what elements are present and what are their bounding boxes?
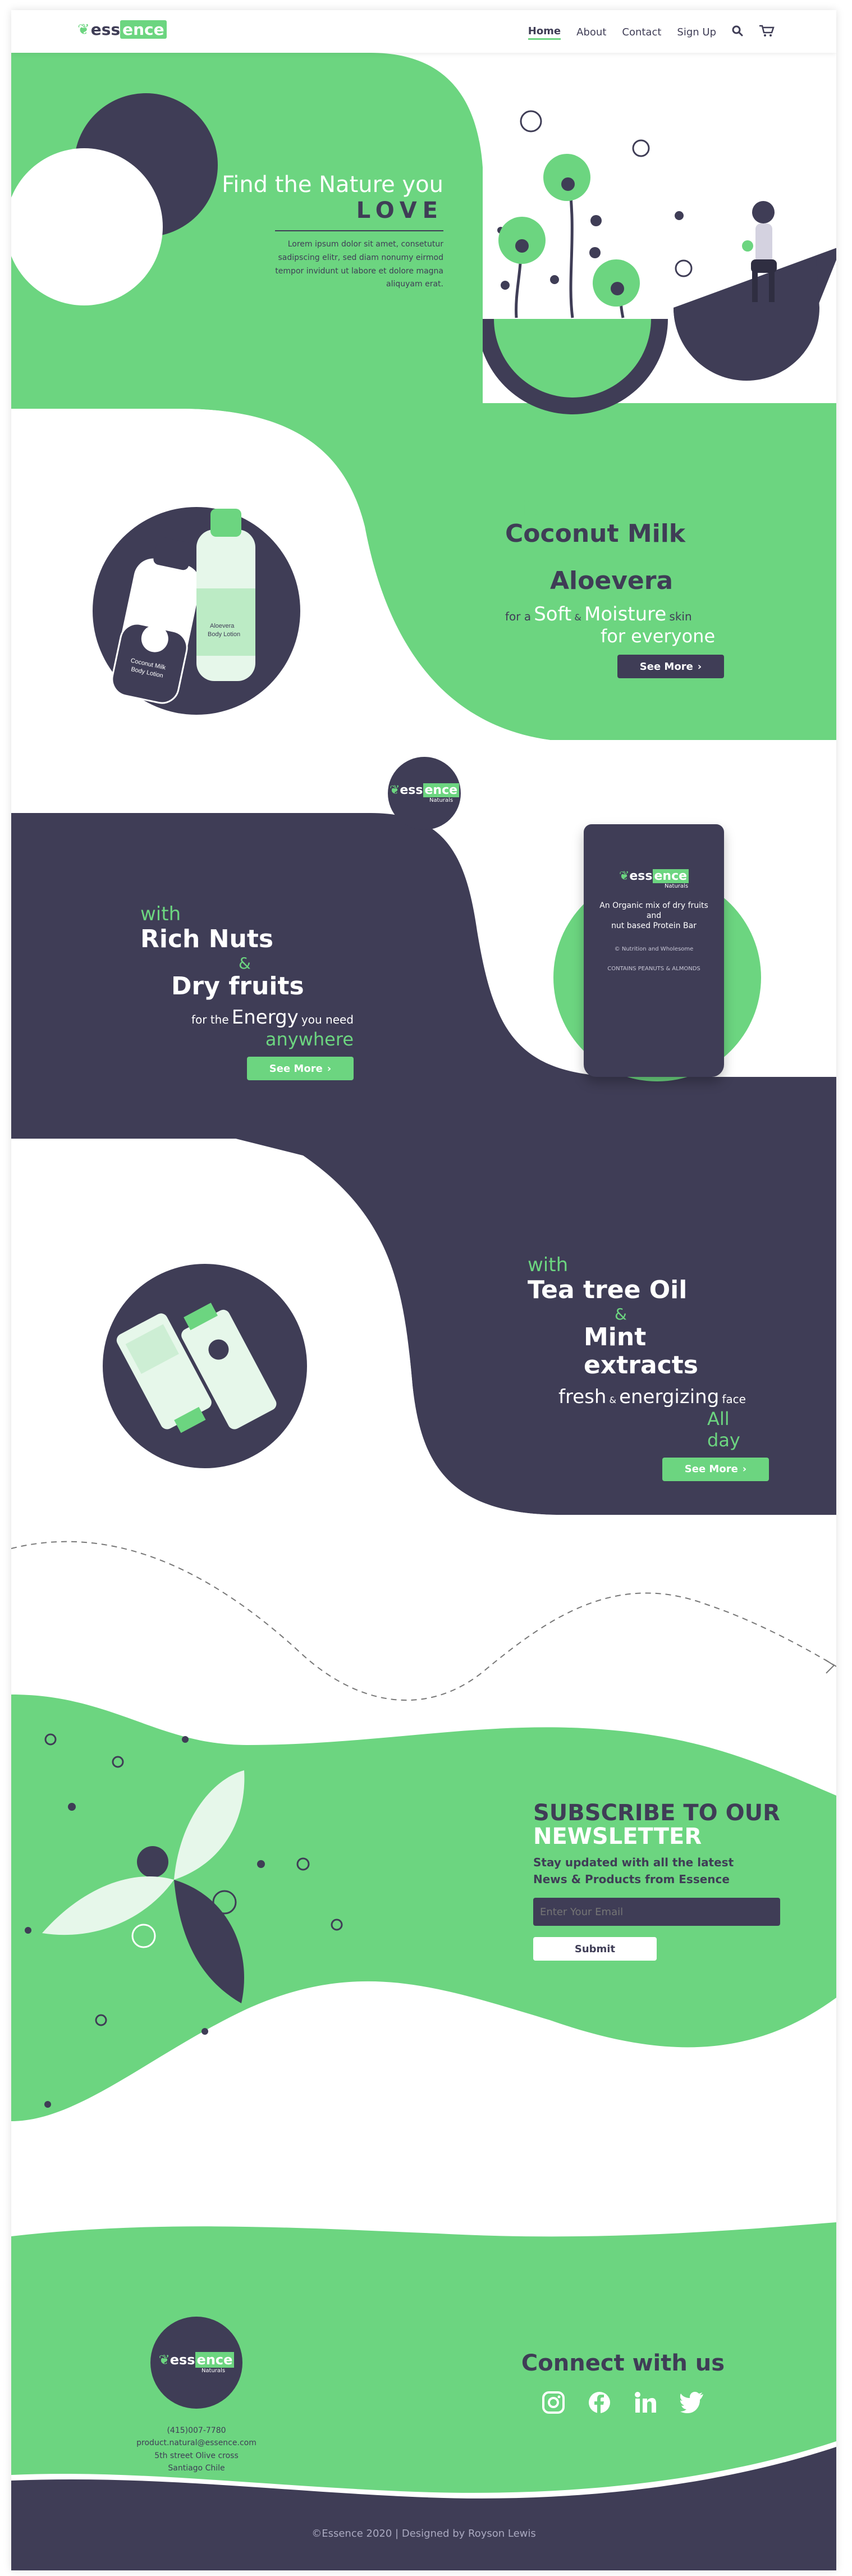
leaf-icon: ❦	[77, 21, 90, 38]
newsletter-subtitle: Stay updated with all the latest News & …	[533, 1856, 734, 1886]
coconut-title-1: Coconut Milk	[505, 519, 686, 548]
hero-love: LOVE	[356, 198, 443, 223]
pouch-description: An Organic mix of dry fruits and nut bas…	[599, 901, 708, 931]
nuts-title-2: Dry fruits	[171, 971, 304, 1001]
coconut-title-2: Aloevera	[550, 566, 674, 595]
nav-link-signup[interactable]: Sign Up	[677, 26, 716, 38]
footer-contact: (415)007-7780 product.natural@essence.co…	[107, 2424, 286, 2475]
linkedin-icon[interactable]	[634, 2391, 657, 2417]
nav-link-contact[interactable]: Contact	[622, 26, 661, 38]
coconut-amp: &	[578, 548, 590, 567]
tea-title-1: Tea tree Oil	[528, 1276, 688, 1304]
hero-divider	[275, 230, 443, 231]
connect-heading: Connect with us	[521, 2350, 725, 2376]
nuts-title-1: Rich Nuts	[140, 925, 274, 953]
newsletter-heading-2: NEWSLETTER	[533, 1824, 702, 1849]
nuts-tail: anywhere	[265, 1029, 354, 1051]
chevron-right-icon: ›	[742, 1463, 747, 1476]
footer-city: Santiago Chile	[168, 2464, 225, 2473]
hero-text: Find the Nature you LOVE Lorem ipsum dol…	[191, 172, 443, 291]
coconut-see-more-button[interactable]: See More ›	[617, 655, 724, 679]
hero-illustration	[483, 110, 836, 414]
newsletter-form: SUBSCRIBE TO OUR NEWSLETTER Stay updated…	[533, 1801, 791, 1961]
coconut-tagline: for a Soft & Moisture skin	[505, 603, 692, 626]
tea-title-2: Mint extracts	[584, 1322, 698, 1380]
tea-see-more-button[interactable]: See More ›	[662, 1457, 769, 1481]
cart-icon[interactable]	[759, 25, 775, 40]
chevron-right-icon: ›	[327, 1062, 332, 1075]
bottle-back-label2: Body Lotion	[208, 631, 240, 638]
coconut-product-image: Coconut Milk Body Lotion Aloevera Body L…	[93, 507, 300, 715]
product-tea-text: with Tea tree Oil & Mint extracts fresh …	[528, 1254, 769, 1481]
footer-logo: ❦ess ence Naturals	[150, 2317, 242, 2409]
nuts-see-more-button[interactable]: See More ›	[247, 1057, 354, 1081]
submit-button[interactable]: Submit	[533, 1937, 657, 1961]
tea-with: with	[528, 1254, 569, 1276]
facebook-icon[interactable]	[588, 2391, 611, 2417]
nuts-with: with	[140, 903, 181, 925]
chevron-right-icon: ›	[697, 660, 702, 673]
product-coconut-text: with Coconut Milk & Aloevera for a Soft …	[505, 497, 741, 679]
tea-amp: &	[615, 1304, 627, 1323]
nav-link-home[interactable]: Home	[528, 25, 561, 40]
coconut-tail: for everyone	[601, 625, 716, 647]
twitter-icon[interactable]	[680, 2391, 704, 2417]
pouch-logo: ❦ess ence	[584, 869, 724, 883]
footer-phone[interactable]: (415)007-7780	[107, 2424, 286, 2437]
product-nuts-text: with Rich Nuts & Dry fruits for the Ener…	[140, 903, 354, 1081]
newsletter-illustration	[25, 1733, 343, 2108]
badge-logo: ❦ess ence	[390, 783, 460, 797]
nav-link-about[interactable]: About	[576, 26, 606, 38]
hero-body: Lorem ipsum dolor sit amet, consetutur s…	[275, 240, 443, 289]
page: ❦ ess ence Home About Contact Sign Up Fi…	[11, 10, 836, 2570]
footer-email[interactable]: product.natural@essence.com	[107, 2437, 286, 2449]
newsletter-heading: SUBSCRIBE TO OUR	[533, 1800, 780, 1826]
tea-tail: All day	[707, 1408, 740, 1451]
email-input[interactable]	[533, 1898, 780, 1926]
navbar: ❦ ess ence Home About Contact Sign Up	[11, 10, 836, 53]
nav-links: Home About Contact Sign Up	[528, 25, 775, 40]
instagram-icon[interactable]	[542, 2391, 565, 2417]
footer-social: Connect with us	[494, 2350, 752, 2417]
pouch-image: ❦ess ence Naturals An Organic mix of dry …	[584, 824, 724, 1077]
essence-badge: ❦ess ence Naturals	[388, 757, 461, 830]
bottle-back-label: Aloevera	[210, 623, 235, 629]
hero-heading: Find the Nature you	[222, 172, 443, 198]
coconut-with: with	[505, 497, 546, 520]
tea-tree-product-image	[103, 1264, 307, 1468]
nuts-amp: &	[239, 953, 251, 972]
copyright: ©Essence 2020 | Designed by Royson Lewis	[312, 2528, 536, 2540]
nuts-tagline: for the Energy you need	[191, 1006, 354, 1029]
tea-tagline: fresh & energizing face	[558, 1385, 746, 1408]
footer-street: 5th street Olive cross	[154, 2451, 239, 2460]
logo[interactable]: ❦ ess ence	[77, 20, 167, 39]
search-icon[interactable]	[732, 25, 743, 39]
